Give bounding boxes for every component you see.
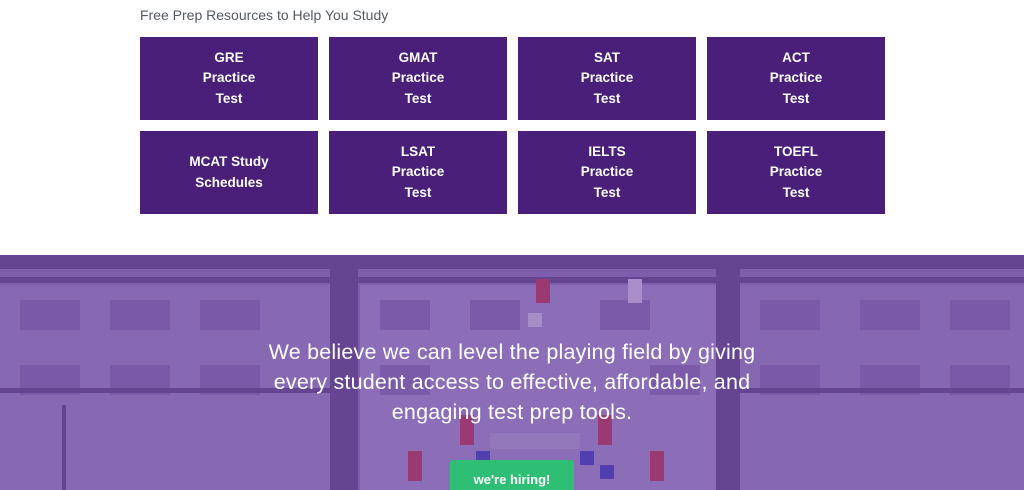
resources-section: Free Prep Resources to Help You Study GR… <box>0 0 1024 255</box>
gre-practice-test-link[interactable]: GRE Practice Test <box>140 37 318 120</box>
tile-label: SAT Practice Test <box>580 49 634 106</box>
tile-label: GRE Practice Test <box>202 49 256 106</box>
resources-grid: GRE Practice Test GMAT Practice Test SAT… <box>140 37 885 214</box>
tile-label: ACT Practice Test <box>769 49 823 106</box>
mcat-study-schedules-link[interactable]: MCAT Study Schedules <box>140 131 318 214</box>
tile-label: IELTS Practice Test <box>580 143 634 200</box>
toefl-practice-test-link[interactable]: TOEFL Practice Test <box>707 131 885 214</box>
resources-heading: Free Prep Resources to Help You Study <box>140 7 389 23</box>
were-hiring-button[interactable]: we're hiring! <box>450 460 574 490</box>
tile-label: GMAT Practice Test <box>391 49 445 106</box>
gmat-practice-test-link[interactable]: GMAT Practice Test <box>329 37 507 120</box>
sat-practice-test-link[interactable]: SAT Practice Test <box>518 37 696 120</box>
tile-label: TOEFL Practice Test <box>769 143 823 200</box>
mission-hero: We believe we can level the playing fiel… <box>0 255 1024 490</box>
ielts-practice-test-link[interactable]: IELTS Practice Test <box>518 131 696 214</box>
mission-statement: We believe we can level the playing fiel… <box>268 340 756 424</box>
tile-label: LSAT Practice Test <box>391 143 445 200</box>
lsat-practice-test-link[interactable]: LSAT Practice Test <box>329 131 507 214</box>
tile-label: MCAT Study Schedules <box>189 154 269 190</box>
act-practice-test-link[interactable]: ACT Practice Test <box>707 37 885 120</box>
